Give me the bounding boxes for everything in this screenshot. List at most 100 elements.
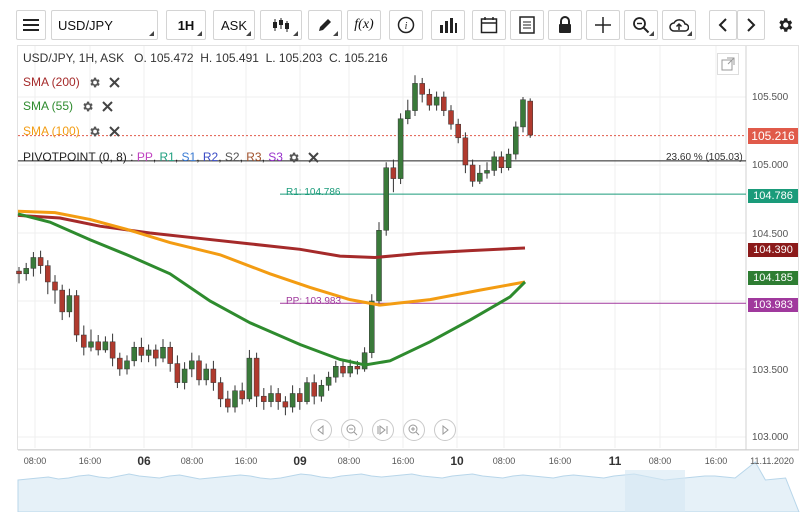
x-tick: 09 bbox=[293, 454, 307, 468]
overview-window bbox=[625, 470, 685, 512]
candle-body bbox=[81, 334, 87, 348]
gear-icon[interactable] bbox=[88, 125, 101, 138]
candle-body bbox=[37, 257, 44, 266]
candle-body bbox=[131, 346, 137, 362]
candle-body bbox=[498, 156, 505, 168]
candle-body bbox=[88, 341, 94, 348]
pan-right-button[interactable] bbox=[434, 419, 456, 441]
expand-icon bbox=[721, 57, 735, 71]
sma200-label: SMA (200) bbox=[23, 75, 80, 89]
y-tick: 105.000 bbox=[752, 160, 789, 171]
y-tick: 104.500 bbox=[752, 229, 789, 240]
candle-body bbox=[217, 382, 224, 400]
sma100-label: SMA (100) bbox=[23, 124, 80, 138]
close-icon[interactable] bbox=[102, 100, 113, 112]
candle-body bbox=[527, 100, 533, 136]
x-tick: 16:00 bbox=[234, 456, 258, 466]
candle-body bbox=[124, 360, 130, 370]
candle-body bbox=[433, 96, 440, 106]
legend-sma100[interactable]: SMA (100) bbox=[23, 124, 120, 138]
x-tick: 08:00 bbox=[337, 456, 361, 466]
candle-body bbox=[376, 230, 382, 302]
candle-body bbox=[95, 341, 101, 351]
zoom-in-icon bbox=[408, 424, 420, 436]
gear-icon[interactable] bbox=[88, 76, 101, 89]
triangle-right-icon bbox=[442, 425, 449, 435]
expand-button[interactable] bbox=[717, 53, 739, 75]
pivot-s2: S2 bbox=[224, 150, 240, 164]
candle-body bbox=[160, 346, 166, 359]
x-tick: 16:00 bbox=[548, 456, 572, 466]
candle-body bbox=[369, 300, 375, 353]
current-price-tag: 105.216 bbox=[748, 128, 798, 144]
legend-pivotpoint[interactable]: PIVOTPOINT (0, 8) : PP, R1, S1, R2, S2, … bbox=[23, 150, 319, 164]
candle-body bbox=[117, 357, 123, 370]
candle-body bbox=[354, 366, 361, 370]
pan-left-button[interactable] bbox=[310, 419, 332, 441]
pp-price-tag: 103.983 bbox=[748, 298, 798, 312]
zoom-out-button[interactable] bbox=[341, 419, 363, 441]
candle-body bbox=[289, 393, 296, 408]
candle-body bbox=[462, 137, 469, 166]
x-tick: 08:00 bbox=[648, 456, 672, 466]
candle-body bbox=[66, 295, 73, 313]
candle-body bbox=[304, 382, 310, 402]
r1-price-tag: 104.786 bbox=[748, 189, 798, 203]
candle-body bbox=[246, 357, 253, 400]
x-tick: 11.11.2020 bbox=[750, 456, 794, 466]
candle-body bbox=[513, 126, 519, 155]
legend-sma55[interactable]: SMA (55) bbox=[23, 99, 113, 113]
sma200-price-tag: 104.390 bbox=[748, 243, 798, 257]
candle-body bbox=[210, 368, 217, 383]
candle-body bbox=[145, 349, 152, 356]
candle-body bbox=[347, 366, 353, 374]
y-tick: 103.000 bbox=[752, 432, 789, 443]
close-icon[interactable] bbox=[108, 125, 120, 137]
reset-button[interactable] bbox=[372, 419, 394, 441]
candle-body bbox=[297, 393, 303, 402]
x-tick: 08:00 bbox=[180, 456, 204, 466]
gear-icon[interactable] bbox=[287, 151, 300, 164]
triangle-left-icon bbox=[317, 425, 324, 435]
ohlc-readout: USD/JPY, 1H, ASK O. 105.472 H. 105.491 L… bbox=[23, 51, 388, 65]
candle-body bbox=[275, 393, 281, 402]
pivot-pp: PP bbox=[136, 150, 153, 164]
candle-body bbox=[153, 349, 159, 359]
pivot-r1: R1 bbox=[159, 150, 175, 164]
candle-body bbox=[189, 360, 195, 370]
candle-body bbox=[397, 118, 404, 179]
close-icon[interactable] bbox=[108, 76, 120, 88]
candle-body bbox=[311, 382, 317, 397]
candle-body bbox=[253, 357, 260, 397]
candle-body bbox=[30, 257, 37, 269]
pivot-r2: R2 bbox=[202, 150, 219, 164]
gear-icon[interactable] bbox=[81, 100, 94, 113]
candle-body bbox=[333, 366, 339, 378]
x-tick: 10 bbox=[450, 454, 464, 468]
legend-sma200[interactable]: SMA (200) bbox=[23, 75, 120, 89]
pp-label: PP: 103.983 bbox=[286, 296, 342, 307]
pivot-prefix: PIVOTPOINT (0, 8) : bbox=[23, 150, 137, 164]
candle-body bbox=[174, 363, 181, 383]
close-icon[interactable] bbox=[308, 151, 319, 163]
candle-body bbox=[448, 110, 454, 125]
sma55-line bbox=[17, 212, 527, 367]
zoom-out-icon bbox=[346, 424, 358, 436]
zoom-in-button[interactable] bbox=[403, 419, 425, 441]
candle-body bbox=[232, 390, 238, 408]
candle-body bbox=[282, 401, 289, 408]
candle-body bbox=[268, 393, 274, 402]
candle-body bbox=[16, 270, 22, 275]
fib-label: 23.60 % (105.03) bbox=[666, 152, 743, 163]
candle-body bbox=[390, 167, 397, 179]
candle-body bbox=[59, 289, 65, 313]
candle-body bbox=[455, 123, 461, 139]
candle-body bbox=[239, 390, 245, 400]
candle-body bbox=[383, 167, 389, 231]
candle-body bbox=[225, 398, 231, 408]
candle-body bbox=[23, 268, 29, 275]
candle-body bbox=[405, 110, 411, 120]
x-tick: 16:00 bbox=[704, 456, 728, 466]
candle-body bbox=[340, 366, 346, 374]
candle-body bbox=[52, 281, 58, 291]
